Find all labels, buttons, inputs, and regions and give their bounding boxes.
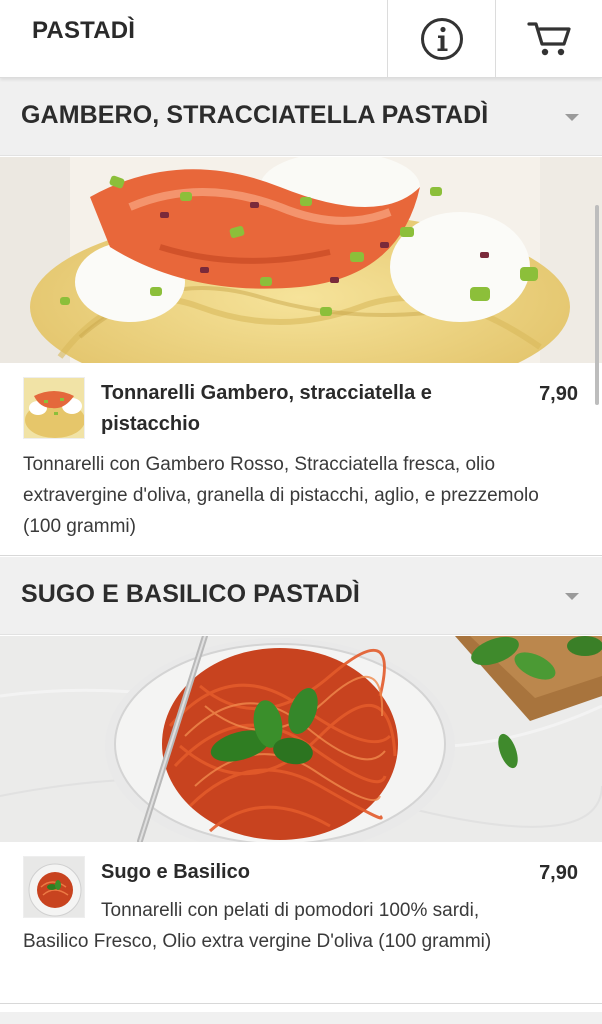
menu-item-sugo-basilico[interactable]: Sugo e Basilico 7,90 Tonnarelli con pela… (0, 842, 602, 1004)
category-header-sugo-basilico[interactable]: SUGO E BASILICO PASTADÌ (0, 557, 602, 635)
category-title: SUGO E BASILICO PASTADÌ (21, 580, 360, 608)
scrollbar-thumb[interactable] (595, 205, 599, 405)
item-price: 7,90 (539, 862, 578, 884)
item-name: Sugo e Basilico (101, 861, 250, 883)
menu-item-tonnarelli-gambero[interactable]: Tonnarelli Gambero, stracciatella e pist… (0, 363, 602, 556)
info-icon (420, 18, 463, 60)
item-description: Tonnarelli con Gambero Rosso, Stracciate… (23, 454, 539, 537)
gambero-dish-illustration (0, 157, 602, 363)
category-image-gambero (0, 157, 602, 363)
top-header: PASTADÌ (0, 0, 602, 78)
info-button[interactable] (387, 0, 495, 78)
cart-button[interactable] (495, 0, 602, 78)
item-price: 7,90 (539, 383, 578, 405)
next-category-edge (0, 1012, 602, 1024)
spaghetti-dish-illustration (0, 636, 602, 842)
category-image-sugo-basilico (0, 636, 602, 842)
chevron-down-icon (565, 114, 579, 121)
brand-title[interactable]: PASTADÌ (32, 17, 135, 45)
category-title: GAMBERO, STRACCIATELLA PASTADÌ (21, 101, 489, 129)
item-thumbnail (23, 377, 85, 439)
cart-icon (526, 22, 571, 56)
item-description: Tonnarelli con pelati di pomodori 100% s… (23, 900, 492, 952)
chevron-down-icon (565, 593, 579, 600)
gambero-thumbnail-image (24, 378, 84, 438)
item-name: Tonnarelli Gambero, stracciatella e pist… (101, 382, 432, 435)
category-header-gambero[interactable]: GAMBERO, STRACCIATELLA PASTADÌ (0, 78, 602, 156)
